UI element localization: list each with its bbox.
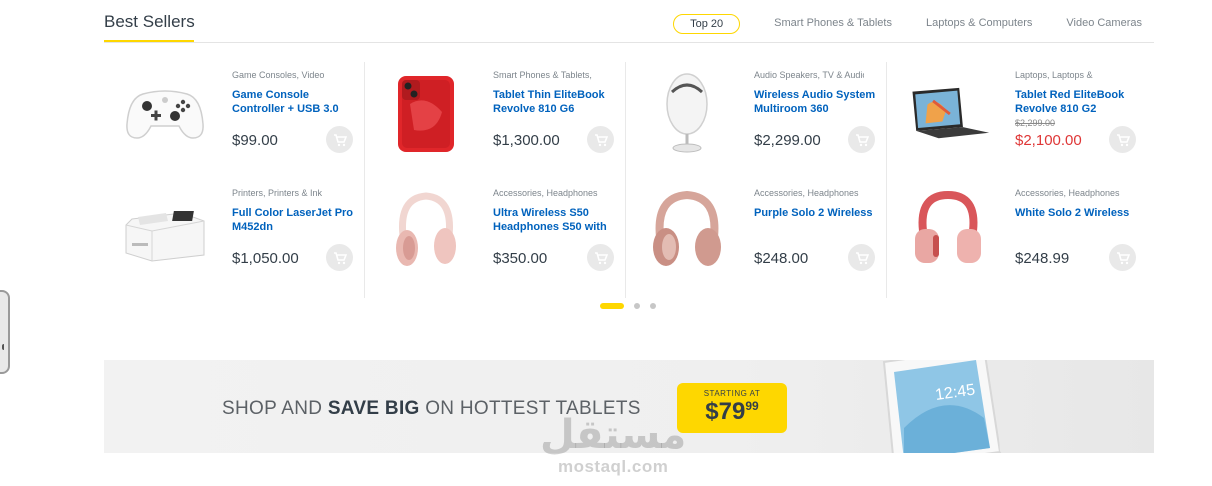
add-to-cart-icon[interactable] [848,244,875,271]
product-price: $1,050.00 [232,250,299,267]
product-card: Smart Phones & Tablets, Tablet Thin Elit… [365,62,626,180]
add-to-cart-icon[interactable] [1109,244,1136,271]
product-name[interactable]: Purple Solo 2 Wireless [754,206,878,220]
product-category[interactable]: Game Consoles, Video [232,70,342,80]
speaker-icon[interactable] [644,72,730,156]
product-price: $1,300.00 [493,132,560,149]
product-card: Accessories, Headphones White Solo 2 Wir… [887,180,1148,298]
add-to-cart-icon[interactable] [326,126,353,153]
tab-top-20[interactable]: Top 20 [673,14,741,34]
product-name[interactable]: Ultra Wireless S50 Headphones S50 with [493,206,617,234]
product-name[interactable]: Tablet Thin EliteBook Revolve 810 G6 [493,88,617,116]
product-grid: Game Consoles, Video Game Console Contro… [104,62,1154,298]
product-category[interactable]: Accessories, Headphones [754,188,864,198]
product-price: $248.00 [754,250,809,267]
product-category[interactable]: Laptops, Laptops & [1015,70,1125,80]
product-old-price: $2,299.00 [1015,118,1056,128]
red-headphones-icon[interactable] [905,190,991,274]
product-price: $2,299.00 [754,132,821,149]
tab-video-cameras[interactable]: Video Cameras [1066,14,1142,34]
carousel-dot-1[interactable] [600,303,624,309]
pink-headphones-icon[interactable] [383,190,469,274]
product-category[interactable]: Audio Speakers, TV & Audio [754,70,864,80]
product-category[interactable]: Accessories, Headphones [493,188,603,198]
carousel-dot-3[interactable] [650,303,656,309]
game-controller-icon[interactable] [122,72,208,156]
product-price: $99.00 [232,132,278,149]
product-price: $350.00 [493,250,548,267]
add-to-cart-icon[interactable] [587,126,614,153]
product-name[interactable]: Tablet Red EliteBook Revolve 810 G2 [1015,88,1139,116]
product-name[interactable]: Wireless Audio System Multiroom 360 [754,88,878,116]
title-underline [104,40,194,42]
rose-headphones-icon[interactable] [644,190,730,274]
tab-smart-phones-tablets[interactable]: Smart Phones & Tablets [774,14,892,34]
add-to-cart-icon[interactable] [587,244,614,271]
section-header: Best Sellers Top 20 Smart Phones & Table… [104,0,1154,43]
product-card: Accessories, Headphones Ultra Wireless S… [365,180,626,298]
product-name[interactable]: White Solo 2 Wireless [1015,206,1139,220]
product-card: Accessories, Headphones Purple Solo 2 Wi… [626,180,887,298]
product-category[interactable]: Accessories, Headphones [1015,188,1125,198]
product-category[interactable]: Printers, Printers & Ink [232,188,342,198]
add-to-cart-icon[interactable] [1109,126,1136,153]
carousel-dot-2[interactable] [634,303,640,309]
section-title: Best Sellers [104,12,195,31]
badge-label: STARTING AT [703,389,761,398]
product-price: $248.99 [1015,250,1070,267]
product-card: Audio Speakers, TV & Audio Wireless Audi… [626,62,887,180]
product-name[interactable]: Full Color LaserJet Pro M452dn [232,206,356,234]
product-name[interactable]: Game Console Controller + USB 3.0 [232,88,356,116]
red-smartphone-icon[interactable] [383,72,469,156]
product-card: Printers, Printers & Ink Full Color Lase… [104,180,365,298]
price-badge: STARTING AT $7999 [677,383,787,433]
carousel-pagination [600,303,666,309]
printer-icon[interactable] [122,190,208,274]
product-sale-price: $2,100.00 [1015,132,1082,149]
product-category[interactable]: Smart Phones & Tablets, [493,70,603,80]
handle-grip-icon [2,344,6,350]
product-card: Laptops, Laptops & Tablet Red EliteBook … [887,62,1148,180]
category-tabs: Top 20 Smart Phones & Tablets Laptops & … [639,14,1142,34]
tablet-image: 12:45 [844,360,1044,453]
tablet-keyboard-icon[interactable] [905,72,991,156]
tab-laptops-computers[interactable]: Laptops & Computers [926,14,1032,34]
watermark-logo: مستقل mostaql.com [540,412,687,476]
side-drawer-handle[interactable] [0,290,10,374]
product-card: Game Consoles, Video Game Console Contro… [104,62,365,180]
badge-price: $7999 [705,398,759,425]
add-to-cart-icon[interactable] [326,244,353,271]
add-to-cart-icon[interactable] [848,126,875,153]
